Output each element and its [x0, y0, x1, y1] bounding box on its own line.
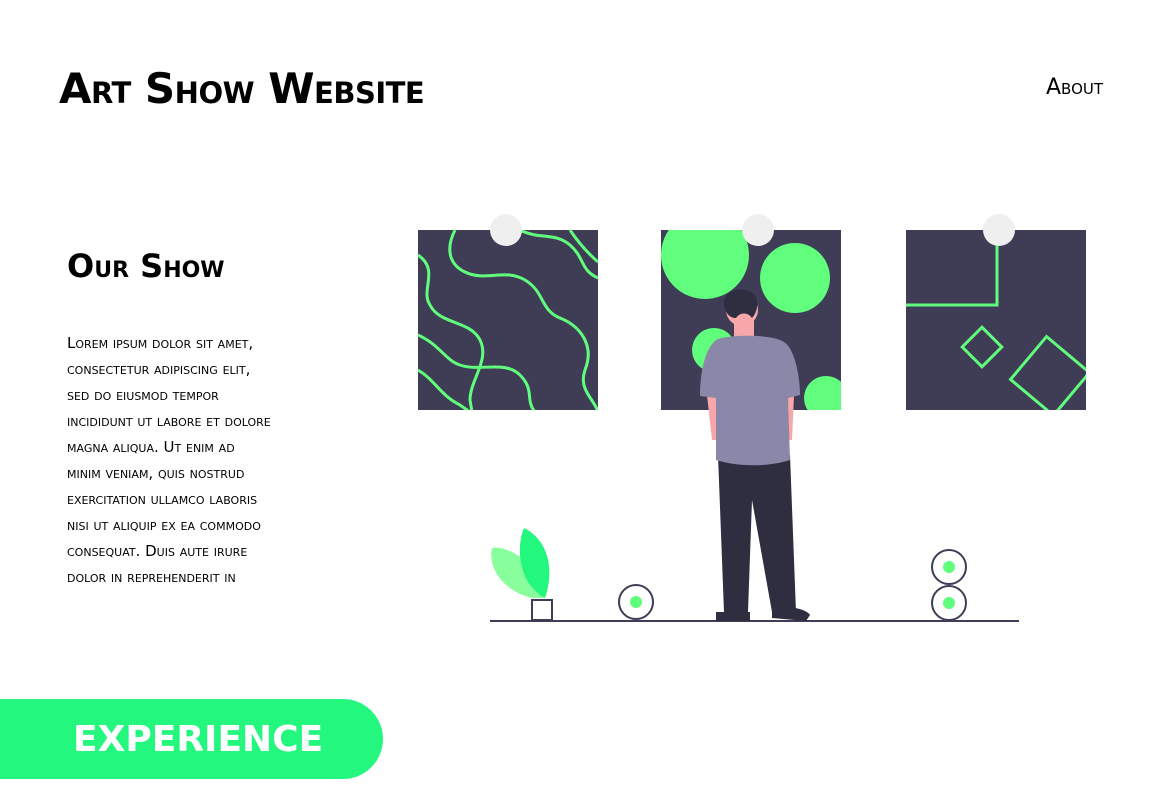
- section-heading: Our Show: [67, 247, 225, 285]
- gallery-illustration: [418, 214, 1086, 622]
- painting-squares: [906, 214, 1086, 410]
- ring-object: [618, 584, 654, 620]
- section-body-text: Lorem ipsum dolor sit amet, consectetur …: [67, 334, 271, 586]
- nav-link-about[interactable]: About: [1046, 75, 1103, 100]
- painting-waves: [418, 214, 598, 410]
- page: Art Show Website About Our Show Lorem ip…: [0, 0, 1168, 790]
- experience-button[interactable]: EXPERIENCE: [0, 699, 383, 779]
- stacked-rings-object: [931, 549, 967, 621]
- plant-icon: [491, 528, 553, 621]
- site-title: Art Show Website: [59, 64, 425, 113]
